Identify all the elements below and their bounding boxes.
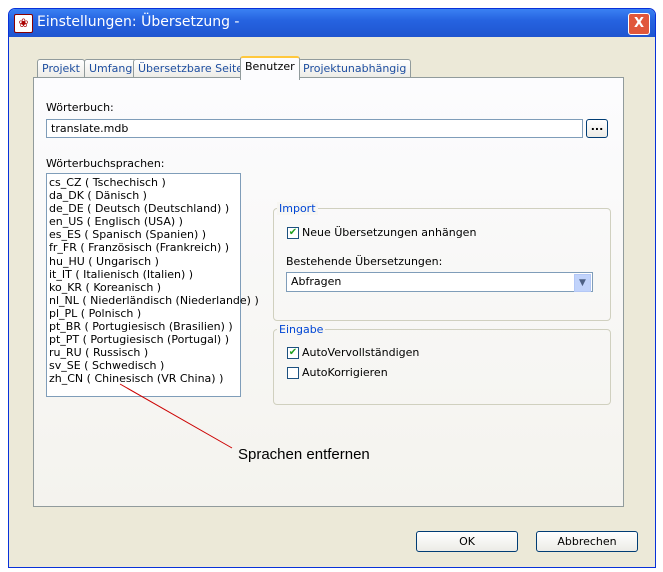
- annotation-text: Sprachen entfernen: [238, 446, 370, 463]
- annotation-arrow: [119, 383, 233, 449]
- tab-benutzer[interactable]: Benutzer: [240, 56, 300, 80]
